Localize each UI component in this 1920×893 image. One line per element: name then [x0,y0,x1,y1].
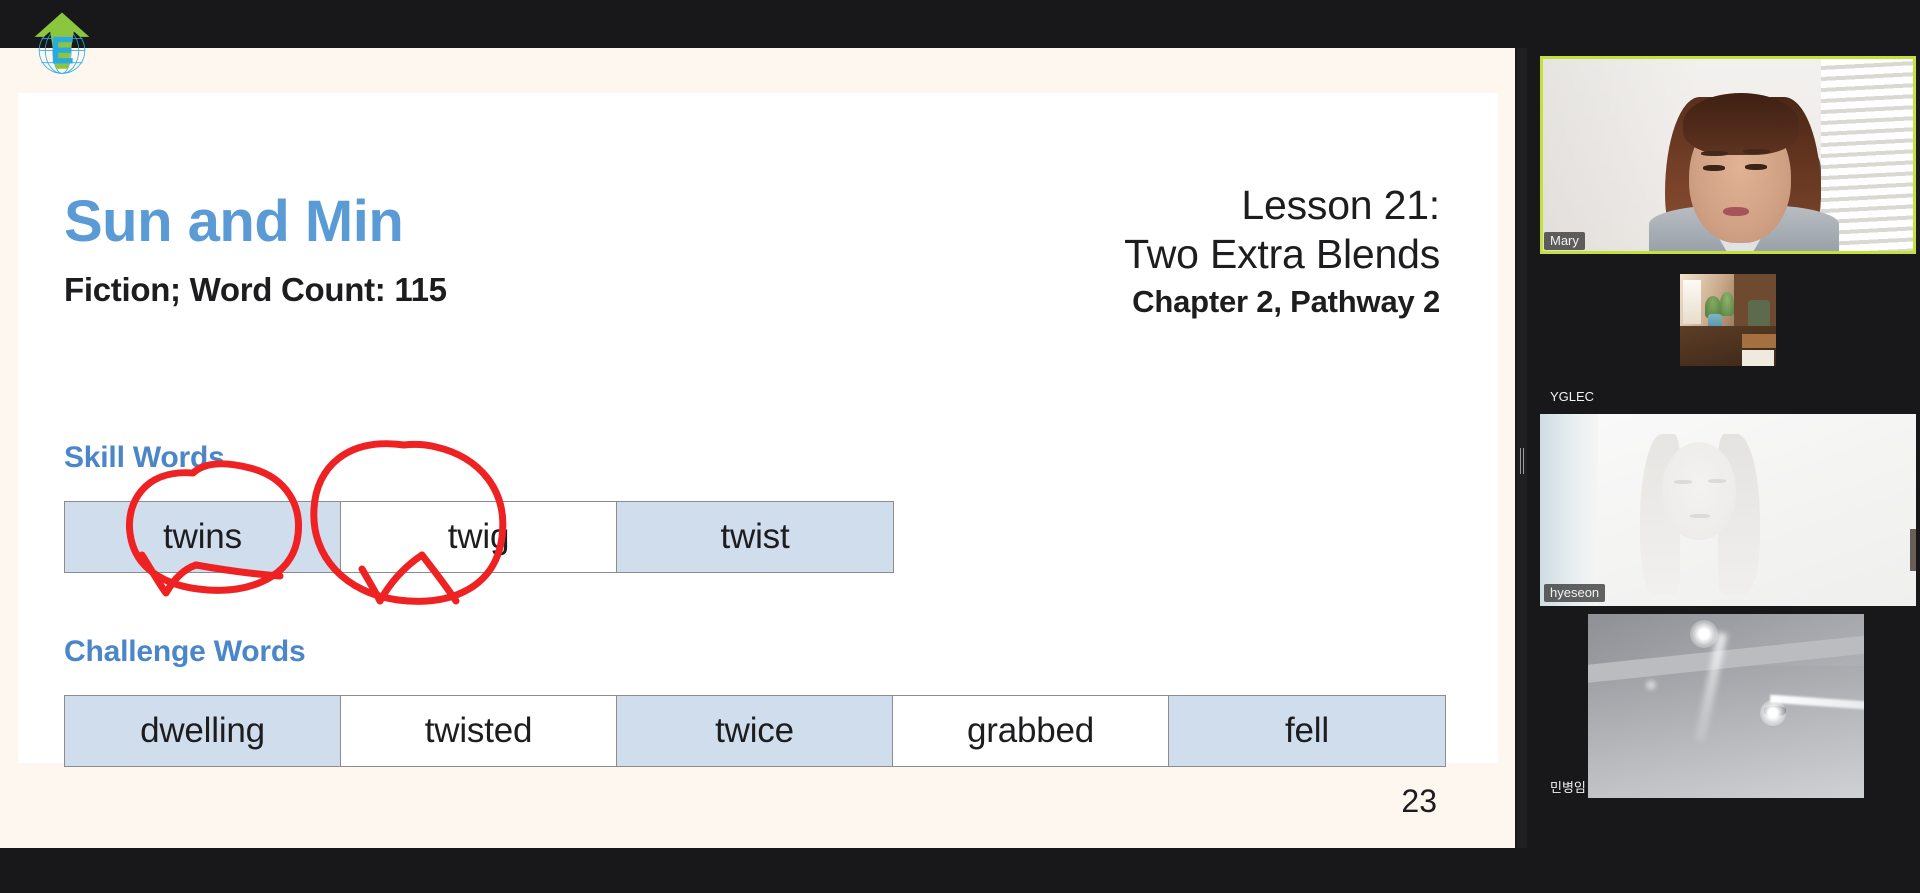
resize-grip-icon [1520,448,1524,474]
video-stream [1540,56,1916,254]
lesson-number: Lesson 21: [1241,182,1440,228]
slide-subtitle: Fiction; Word Count: 115 [64,271,447,308]
video-background [1543,59,1913,254]
organization-logo-icon [34,12,90,74]
lesson-name: Two Extra Blends [1124,231,1440,278]
eye-right [1745,164,1767,170]
avatar-window [1683,280,1701,324]
video-stream [1588,614,1864,798]
avatar-paper [1742,350,1774,366]
eye-right [1708,479,1726,483]
eyebrow-right [1743,149,1770,154]
eye-left [1674,480,1692,484]
light-reflection [1646,680,1656,690]
challenge-words-table: dwelling twisted twice grabbed fell [64,695,1446,767]
video-tile-mary[interactable]: Mary [1540,56,1916,254]
ceiling-light [1760,700,1786,726]
video-tile-minbyeongim[interactable]: 민병임 [1540,610,1916,802]
mouth [1723,207,1749,216]
video-background [1540,414,1916,606]
avatar-table [1742,334,1776,348]
participant-name-badge: hyeseon [1544,584,1606,602]
face [1662,442,1736,540]
challenge-word-cell: dwelling [65,696,341,766]
skill-word-cell: twist [617,502,893,572]
participant-name-badge: Mary [1544,232,1585,250]
slide-title: Sun and Min [64,189,404,254]
skill-word-cell: twig [341,502,617,572]
skill-words-heading: Skill Words [64,441,225,474]
challenge-words-heading: Challenge Words [64,635,306,668]
video-tile-yglec[interactable]: YGLEC [1540,258,1916,410]
video-stream [1540,414,1916,606]
meeting-screen: Sun and Min Fiction; Word Count: 115 Les… [0,0,1920,893]
skill-word-cell: twins [65,502,341,572]
participant-avatar [1680,274,1776,366]
hair-top [1683,93,1799,155]
chapter-pathway: Chapter 2, Pathway 2 [1132,284,1440,320]
participant-video-rail: Mary YGLEC hyeseon 민병임 [1528,48,1920,848]
slide-content-card: Sun and Min Fiction; Word Count: 115 Les… [18,93,1498,767]
challenge-word-cell: twisted [341,696,617,766]
slide-page-number: 23 [1401,783,1437,819]
background-edge [1540,414,1598,606]
participant-name-badge: YGLEC [1550,389,1595,404]
eyebrow-left [1701,151,1728,156]
screen-share-area[interactable]: Sun and Min Fiction; Word Count: 115 Les… [0,48,1515,848]
ceiling-surface [1588,666,1864,798]
challenge-word-cell: twice [617,696,893,766]
challenge-word-cell: grabbed [893,696,1169,766]
video-tile-hyeseon[interactable]: hyeseon [1540,414,1916,606]
skill-words-table: twins twig twist [64,501,894,573]
panel-resize-handle[interactable] [1517,48,1527,848]
ceiling-light [1690,620,1718,648]
background-shadow [1910,529,1916,572]
avatar-plant [1720,292,1734,316]
eye-left [1703,165,1725,171]
challenge-word-cell: fell [1169,696,1445,766]
mouth [1690,514,1710,518]
participant-name-badge: 민병임 [1550,780,1586,795]
lesson-info-block: Lesson 21: Two Extra Blends Chapter 2, P… [1124,181,1440,326]
